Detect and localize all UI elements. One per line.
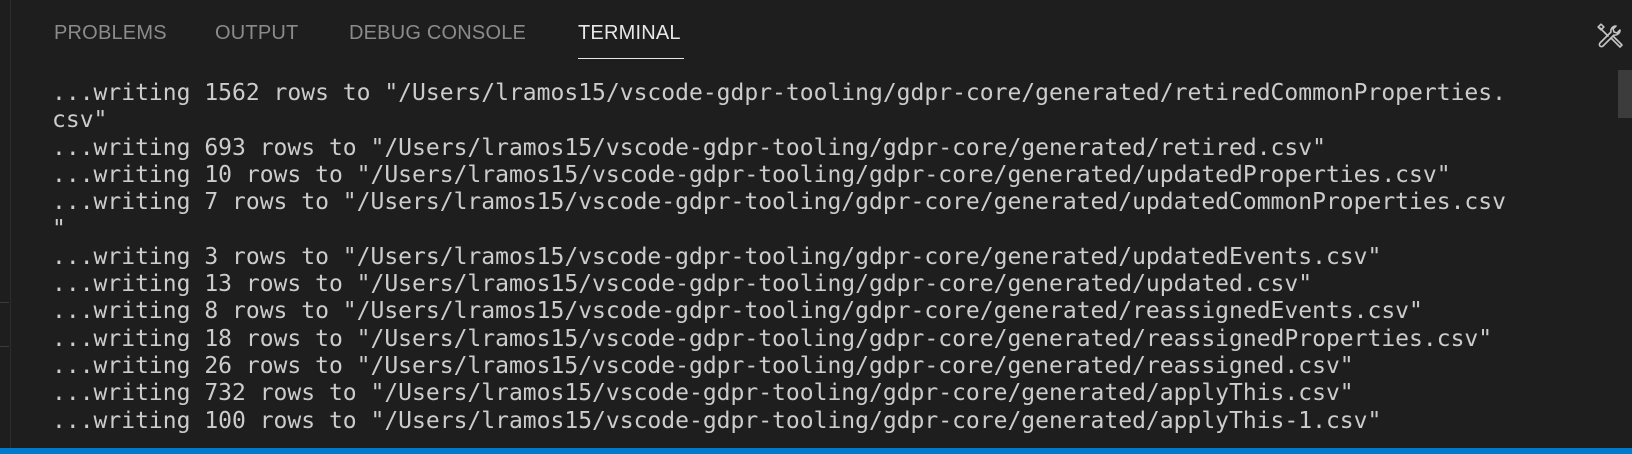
divider-tick [0, 346, 9, 347]
terminal-line: ...writing 8 rows to "/Users/lramos15/vs… [52, 298, 1423, 325]
tools-icon[interactable] [1596, 22, 1624, 50]
terminal-line: ...writing 7 rows to "/Users/lramos15/vs… [52, 189, 1506, 216]
terminal-line: ...writing 18 rows to "/Users/lramos15/v… [52, 325, 1493, 352]
terminal-output[interactable]: ...writing 1562 rows to "/Users/lramos15… [52, 80, 1572, 435]
terminal-line: ...writing 13 rows to "/Users/lramos15/v… [52, 271, 1313, 298]
panel: PROBLEMS OUTPUT DEBUG CONSOLE TERMINAL .… [0, 0, 1632, 454]
terminal-line: csv" [52, 107, 108, 134]
active-tab-indicator [578, 58, 684, 59]
tab-problems[interactable]: PROBLEMS [54, 22, 167, 45]
tab-debug-console[interactable]: DEBUG CONSOLE [349, 22, 526, 45]
terminal-line: ...writing 3 rows to "/Users/lramos15/vs… [52, 243, 1382, 270]
terminal-line: ...writing 1562 rows to "/Users/lramos15… [52, 80, 1506, 106]
scrollbar-thumb[interactable] [1618, 70, 1632, 118]
divider-tick [0, 302, 9, 303]
tab-output[interactable]: OUTPUT [215, 22, 298, 45]
terminal-line: ...writing 732 rows to "/Users/lramos15/… [52, 380, 1354, 407]
terminal-line: " [52, 216, 66, 243]
terminal-line: ...writing 26 rows to "/Users/lramos15/v… [52, 352, 1354, 379]
status-bar [0, 448, 1632, 454]
terminal-line: ...writing 100 rows to "/Users/lramos15/… [52, 407, 1382, 434]
terminal-line: ...writing 10 rows to "/Users/lramos15/v… [52, 161, 1451, 188]
terminal-scrollbar[interactable] [1618, 70, 1632, 448]
tab-terminal[interactable]: TERMINAL [578, 22, 681, 45]
panel-tabs: PROBLEMS OUTPUT DEBUG CONSOLE TERMINAL [0, 0, 1632, 70]
terminal-line: ...writing 693 rows to "/Users/lramos15/… [52, 134, 1326, 161]
